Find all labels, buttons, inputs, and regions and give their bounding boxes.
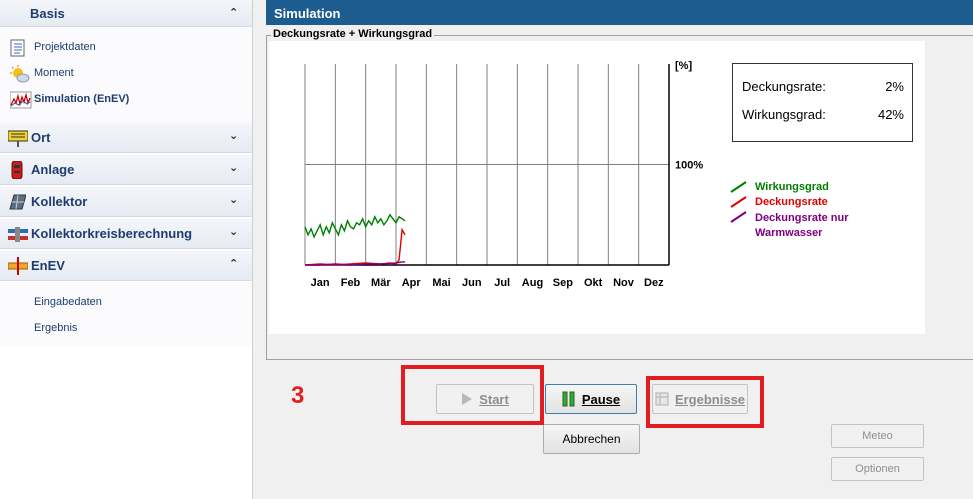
legend-label: Deckungsrate (755, 196, 828, 208)
optionen-button-label: Optionen (855, 463, 900, 475)
info-box: Deckungsrate: 2% Wirkungsgrad: 42% (732, 63, 913, 142)
location-sign-icon (7, 129, 29, 147)
sidebar-item-projektdaten[interactable]: Projektdaten (10, 37, 240, 59)
y-unit-label: [%] (675, 60, 692, 72)
chevron-down-icon[interactable]: ⌄ (229, 161, 238, 174)
solar-panel-icon (8, 193, 27, 211)
pipe-circuit-icon (8, 225, 28, 243)
chevron-down-icon[interactable]: ⌄ (229, 225, 238, 238)
meteo-button[interactable]: Meteo (831, 424, 924, 448)
section-basis-label: Basis (30, 6, 65, 21)
sidebar-item-label: Simulation (EnEV) (34, 93, 130, 105)
document-list-icon (10, 39, 30, 57)
x-tick-label: Jul (494, 277, 510, 289)
sidebar-item-label: Moment (34, 67, 74, 79)
x-tick-label: Jun (462, 277, 482, 289)
pause-button-label: Pause (581, 391, 621, 407)
section-ort-header[interactable]: Ort ⌄ (0, 123, 252, 153)
chevron-down-icon[interactable]: ⌄ (229, 129, 238, 142)
sidebar-item-simulation[interactable]: Simulation (EnEV) (9, 89, 240, 111)
section-label: Ort (31, 130, 51, 145)
x-tick-label: Sep (553, 277, 573, 289)
enev-panel (0, 282, 252, 346)
legend-swatch (730, 181, 747, 193)
x-tick-label: Nov (613, 277, 635, 289)
abbrechen-button[interactable]: Abbrechen (543, 424, 640, 454)
section-label: Kollektorkreisberechnung (31, 226, 193, 241)
sidebar-item-ergebnis[interactable]: Ergebnis (34, 322, 77, 334)
section-enev-header[interactable]: EnEV ⌃ (0, 251, 252, 281)
y-tick-label-100: 100% (675, 160, 703, 172)
boiler-icon (8, 160, 26, 180)
series-line-0 (304, 213, 406, 239)
section-kollektorkreis-header[interactable]: Kollektorkreisberechnung ⌄ (0, 219, 252, 249)
section-label: Anlage (31, 162, 75, 177)
pause-button[interactable]: Pause (545, 384, 637, 414)
sidebar-item-moment[interactable]: Moment (10, 63, 240, 85)
x-tick-label: Apr (402, 277, 422, 289)
step-number-annotation: 3 (291, 382, 305, 409)
groupbox-label: Deckungsrate + Wirkungsgrad (271, 28, 435, 40)
chevron-up-icon[interactable]: ⌃ (229, 6, 238, 19)
legend-swatch (730, 196, 747, 208)
highlight-start (401, 365, 544, 425)
legend-swatch (730, 211, 747, 223)
deckungsrate-label: Deckungsrate: (742, 79, 826, 94)
sidebar: Basis ⌃ Projektdaten Moment Simulation (… (0, 0, 252, 499)
section-label: Kollektor (31, 194, 88, 209)
legend-label: Wirkungsgrad (755, 181, 829, 193)
x-tick-label: Dez (644, 277, 664, 289)
wirkungsgrad-label: Wirkungsgrad: (742, 107, 826, 122)
section-anlage-header[interactable]: Anlage ⌄ (0, 155, 252, 185)
section-kollektor-header[interactable]: Kollektor ⌄ (0, 187, 252, 217)
x-tick-label: Jan (311, 277, 330, 289)
optionen-button[interactable]: Optionen (831, 457, 924, 481)
section-basis-header[interactable]: Basis ⌃ (0, 0, 252, 27)
chevron-up-icon[interactable]: ⌃ (229, 257, 238, 270)
sidebar-item-label: Projektdaten (34, 41, 96, 53)
sidebar-item-eingabedaten[interactable]: Eingabedaten (34, 296, 102, 308)
deckungsrate-value: 2% (885, 79, 904, 94)
chevron-down-icon[interactable]: ⌄ (229, 193, 238, 206)
abbrechen-button-label: Abbrechen (562, 432, 621, 446)
pause-icon (562, 391, 576, 407)
sun-cloud-icon (10, 65, 30, 83)
highlight-ergebnisse (646, 376, 764, 428)
simulation-chart-icon (9, 91, 32, 109)
x-tick-label: Aug (522, 277, 543, 289)
wirkungsgrad-value: 42% (877, 107, 904, 122)
enev-sign-icon (7, 257, 29, 275)
meteo-button-label: Meteo (862, 430, 893, 442)
x-tick-label: Okt (584, 277, 603, 289)
section-label: EnEV (31, 258, 65, 273)
x-tick-label: Mär (371, 277, 391, 289)
series-line-1 (304, 227, 406, 266)
legend-label: Deckungsrate nur Warmwasser (755, 212, 849, 239)
splitter[interactable] (252, 0, 262, 499)
x-tick-label: Feb (341, 277, 361, 289)
page-title: Simulation (266, 0, 973, 25)
x-tick-label: Mai (432, 277, 450, 289)
